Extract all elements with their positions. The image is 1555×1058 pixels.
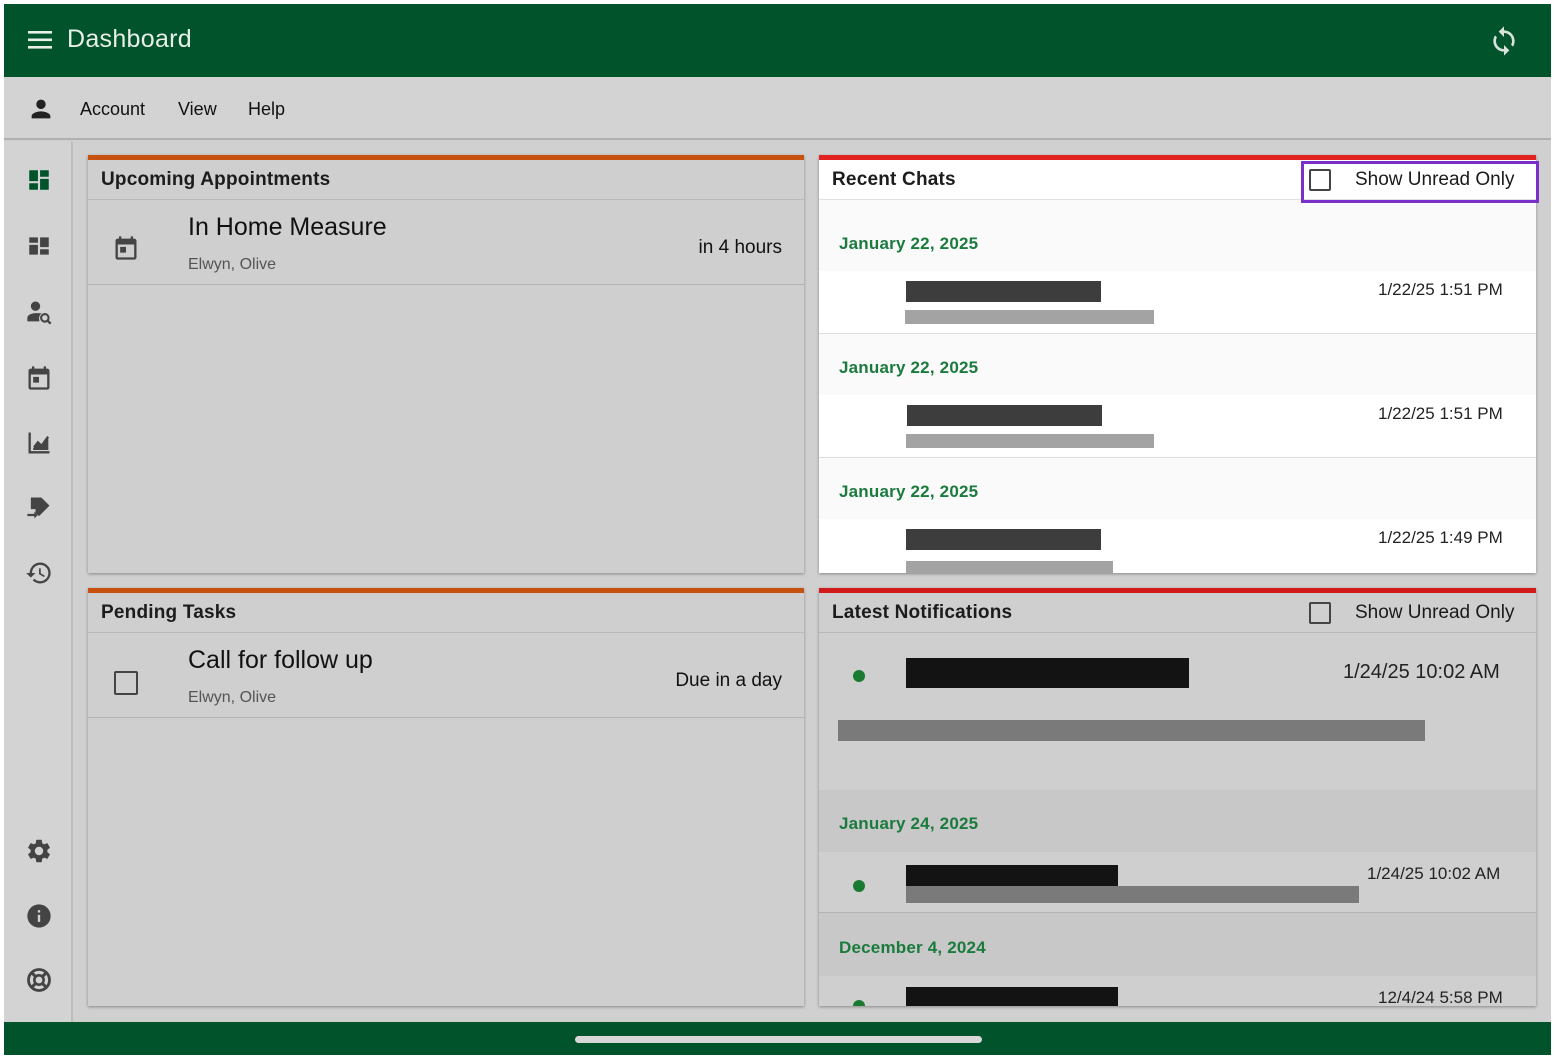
task-item[interactable]: Call for follow up Elwyn, Olive Due in a… bbox=[88, 634, 804, 718]
redacted-title bbox=[906, 658, 1189, 688]
app-window: Dashboard Account View Help Upcoming App… bbox=[4, 4, 1551, 1055]
redacted-body bbox=[838, 720, 1425, 741]
bottom-bar bbox=[4, 1022, 1551, 1055]
panel-header: Pending Tasks bbox=[88, 593, 804, 633]
person-search-icon bbox=[27, 301, 52, 325]
notification-item[interactable]: 1/24/25 10:02 AM bbox=[819, 852, 1536, 913]
appointments-panel: Upcoming Appointments In Home Measure El… bbox=[88, 155, 804, 573]
tasks-title: Pending Tasks bbox=[101, 602, 237, 623]
support-icon bbox=[27, 968, 51, 992]
calendar-icon bbox=[115, 236, 137, 260]
panel-header: Upcoming Appointments bbox=[88, 160, 804, 200]
notification-time: 1/24/25 10:02 AM bbox=[1343, 661, 1500, 683]
notification-date-header: January 24, 2025 bbox=[839, 814, 979, 833]
panel-header: Latest Notifications Show Unread Only bbox=[819, 593, 1536, 633]
nav-dashboard[interactable] bbox=[21, 162, 57, 198]
redacted-preview bbox=[905, 310, 1154, 324]
redacted-body bbox=[906, 886, 1359, 903]
nav-rail bbox=[4, 142, 73, 1022]
tasks-panel: Pending Tasks Call for follow up Elwyn, … bbox=[88, 588, 804, 1006]
unread-dot bbox=[853, 880, 865, 892]
redacted-preview bbox=[906, 561, 1113, 573]
chat-time: 1/22/25 1:49 PM bbox=[1378, 528, 1503, 547]
appointments-title: Upcoming Appointments bbox=[101, 169, 331, 190]
chats-title: Recent Chats bbox=[832, 169, 956, 190]
chat-time: 1/22/25 1:51 PM bbox=[1378, 404, 1503, 423]
chat-time: 1/22/25 1:51 PM bbox=[1378, 280, 1503, 299]
menu-bar: Account View Help bbox=[4, 77, 1551, 140]
notification-time: 1/24/25 10:02 AM bbox=[1367, 864, 1501, 883]
unread-checkbox[interactable] bbox=[1309, 169, 1331, 191]
chat-date-header: January 22, 2025 bbox=[839, 234, 979, 253]
nav-person-search[interactable] bbox=[21, 294, 57, 330]
dashboard-icon bbox=[29, 170, 49, 190]
nav-calendar[interactable] bbox=[21, 360, 57, 396]
appointment-item[interactable]: In Home Measure Elwyn, Olive in 4 hours bbox=[88, 201, 804, 285]
chats-panel: Recent Chats Show Unread Only January 22… bbox=[819, 155, 1536, 573]
settings-icon bbox=[28, 839, 50, 863]
notifications-panel: Latest Notifications Show Unread Only 1/… bbox=[819, 588, 1536, 1006]
chat-date-header: January 22, 2025 bbox=[839, 482, 979, 501]
sync-icon[interactable] bbox=[1488, 25, 1520, 57]
home-handle[interactable] bbox=[575, 1036, 982, 1043]
redacted-title bbox=[906, 987, 1118, 1006]
menu-help[interactable]: Help bbox=[248, 99, 285, 120]
nav-tag-transfer[interactable] bbox=[21, 490, 57, 526]
menu-view[interactable]: View bbox=[178, 99, 217, 120]
chat-date-header: January 22, 2025 bbox=[839, 358, 979, 377]
chats-unread-filter[interactable]: Show Unread Only bbox=[1309, 160, 1514, 200]
task-checkbox[interactable] bbox=[114, 671, 138, 695]
unread-dot bbox=[853, 1000, 865, 1006]
appointment-time: in 4 hours bbox=[698, 237, 782, 258]
widgets-icon bbox=[29, 237, 49, 255]
calendar-icon bbox=[28, 366, 50, 390]
redacted-sender bbox=[906, 529, 1101, 550]
notification-item[interactable]: 12/4/24 5:58 PM bbox=[819, 976, 1536, 1006]
task-name: Call for follow up bbox=[188, 646, 373, 674]
nav-history[interactable] bbox=[21, 555, 57, 591]
panel-header: Recent Chats Show Unread Only bbox=[819, 160, 1536, 200]
hamburger-icon[interactable] bbox=[26, 27, 56, 53]
task-due: Due in a day bbox=[675, 670, 782, 691]
chart-icon bbox=[28, 432, 50, 454]
redacted-title bbox=[906, 865, 1118, 887]
nav-info[interactable] bbox=[21, 898, 57, 934]
person-icon[interactable] bbox=[27, 95, 55, 123]
redacted-preview bbox=[906, 434, 1154, 448]
unread-checkbox[interactable] bbox=[1309, 602, 1331, 624]
app-bar: Dashboard bbox=[4, 4, 1551, 77]
chat-item[interactable]: 1/22/25 1:51 PM bbox=[819, 271, 1536, 334]
tag-transfer-icon bbox=[27, 497, 50, 519]
redacted-sender bbox=[906, 281, 1101, 302]
chat-item[interactable]: 1/22/25 1:51 PM bbox=[819, 395, 1536, 458]
task-client: Elwyn, Olive bbox=[188, 689, 277, 706]
history-icon bbox=[26, 562, 51, 584]
chat-item[interactable]: 1/22/25 1:49 PM bbox=[819, 519, 1536, 573]
appointment-name: In Home Measure bbox=[188, 213, 387, 241]
redacted-sender bbox=[907, 405, 1102, 426]
nav-settings[interactable] bbox=[21, 833, 57, 869]
nav-chart[interactable] bbox=[21, 425, 57, 461]
app-title: Dashboard bbox=[67, 25, 193, 53]
notifications-unread-filter[interactable]: Show Unread Only bbox=[1309, 593, 1514, 633]
nav-support[interactable] bbox=[21, 962, 57, 998]
nav-widgets[interactable] bbox=[21, 228, 57, 264]
appointment-client: Elwyn, Olive bbox=[188, 256, 277, 273]
notification-time: 12/4/24 5:58 PM bbox=[1378, 988, 1503, 1006]
info-icon bbox=[27, 904, 51, 928]
notifications-title: Latest Notifications bbox=[832, 602, 1013, 623]
menu-account[interactable]: Account bbox=[80, 99, 145, 120]
unread-filter-label: Show Unread Only bbox=[1355, 169, 1515, 190]
unread-dot bbox=[853, 670, 865, 682]
unread-filter-label: Show Unread Only bbox=[1355, 602, 1515, 623]
notification-date-header: December 4, 2024 bbox=[839, 938, 986, 957]
notification-item[interactable]: 1/24/25 10:02 AM bbox=[819, 634, 1536, 790]
